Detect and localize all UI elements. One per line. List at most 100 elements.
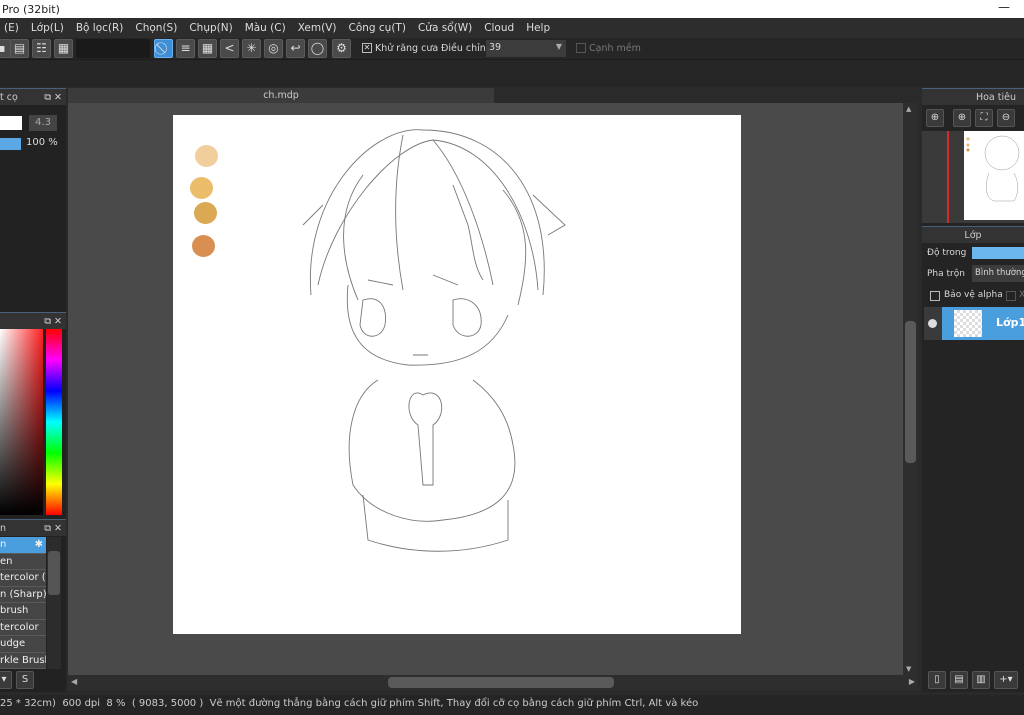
brush-opacity-slider[interactable]: [0, 138, 21, 150]
canvas-view[interactable]: [68, 103, 903, 675]
brush-panel-header: t cọ ⧉ ✕: [0, 88, 66, 105]
toolbar-band: [0, 60, 1024, 87]
new-page-icon[interactable]: ▤: [10, 39, 29, 58]
curve-snap-icon[interactable]: ↩: [286, 39, 305, 58]
page-settings-icon[interactable]: ☷: [32, 39, 51, 58]
zoom-in-icon[interactable]: ⊕: [953, 109, 971, 127]
circle-snap-icon[interactable]: ◯: [308, 39, 327, 58]
minimize-button[interactable]: —: [998, 0, 1010, 14]
tab-document[interactable]: ch.mdp: [68, 88, 494, 103]
grid-snap-icon[interactable]: ▦: [198, 39, 217, 58]
left-panels: t cọ ⧉ ✕ 4.3 100 % ⧉ ✕ n ⧉ ✕ n ✱ en tercolo…: [0, 88, 66, 692]
panel-float-close-icons[interactable]: ⧉ ✕: [44, 520, 62, 537]
menu-help[interactable]: Help: [522, 22, 558, 34]
color-swatch: [192, 235, 215, 257]
clipping-checkbox[interactable]: [1006, 291, 1016, 301]
menu-edit[interactable]: (E): [0, 22, 27, 34]
soft-edge-checkbox[interactable]: [576, 43, 586, 53]
navigator-preview[interactable]: [922, 131, 1024, 223]
menu-filter[interactable]: Bộ lọc(R): [72, 22, 132, 34]
duplicate-layer-button[interactable]: ▤: [950, 671, 968, 689]
color-panel-header: ⧉ ✕: [0, 312, 66, 329]
zoom-actual-icon[interactable]: ⊕: [926, 109, 944, 127]
brush-list-item[interactable]: brush: [0, 603, 46, 620]
add-brush-button[interactable]: ▾: [0, 671, 12, 689]
layer-row[interactable]: Lớp1: [924, 307, 1024, 340]
canvas-area: ch.mdp ▲ ▼ ◀ ▶: [68, 88, 920, 692]
parallel-snap-icon[interactable]: ≡: [176, 39, 195, 58]
color-swatch: [194, 202, 217, 224]
layer-panel-title: Lớp: [964, 230, 982, 241]
character-sketch: [302, 129, 566, 552]
layer-settings-button[interactable]: ▥: [972, 671, 990, 689]
brush-list-scrollbar[interactable]: [47, 537, 61, 669]
gear-icon[interactable]: ✱: [35, 537, 43, 553]
visibility-toggle[interactable]: [924, 307, 942, 340]
menu-snap[interactable]: Chụp(N): [185, 22, 240, 34]
layout-icon[interactable]: ▦: [54, 39, 73, 58]
status-bar: 25 * 32cm) 600 dpi 8 % ( 9083, 5000 ) Vẽ…: [0, 695, 1024, 715]
blend-mode-dropdown[interactable]: Bình thường: [972, 265, 1024, 282]
scrollbar-thumb[interactable]: [388, 677, 614, 688]
brush-list-item[interactable]: rkle Brush: [0, 652, 46, 669]
brush-list-item[interactable]: tercolor (V: [0, 570, 46, 587]
brush-list-item[interactable]: n (Sharp): [0, 586, 46, 603]
brush-list-item[interactable]: tercolor: [0, 619, 46, 636]
brush-list-item[interactable]: en: [0, 553, 46, 570]
zoom-out-icon[interactable]: ⊖: [997, 109, 1015, 127]
snap-settings-icon[interactable]: ⚙: [332, 39, 351, 58]
layer-name: Lớp1: [996, 316, 1024, 329]
navigator-header: Hoa tiêu: [922, 88, 1024, 105]
zoom-level: 8 %: [106, 698, 126, 709]
menu-window[interactable]: Cửa sổ(W): [414, 22, 480, 34]
perspective-snap-icon[interactable]: <: [220, 39, 239, 58]
adjust-value: 39: [489, 42, 502, 53]
panel-float-close-icons[interactable]: ⧉ ✕: [44, 89, 62, 106]
chevron-down-icon: ▼: [555, 42, 562, 51]
canvas-size: 25 * 32cm): [0, 698, 56, 709]
hue-slider[interactable]: [46, 329, 62, 515]
opacity-label: Độ trong: [927, 248, 967, 258]
toolbar-spacer: [76, 39, 150, 58]
alpha-protect-checkbox[interactable]: [930, 291, 940, 301]
brush-size-value[interactable]: 4.3: [29, 115, 57, 131]
add-layer-menu-button[interactable]: +▾: [994, 671, 1018, 689]
scrollbar-thumb[interactable]: [905, 321, 916, 463]
menu-cloud[interactable]: Cloud: [480, 22, 522, 34]
menu-select[interactable]: Chọn(S): [131, 22, 185, 34]
antialias-checkbox[interactable]: ✕: [362, 43, 372, 53]
radial-snap-icon[interactable]: ✳: [242, 39, 261, 58]
canvas-dpi: 600 dpi: [62, 698, 101, 709]
status-hint: Vẽ một đường thẳng bằng cách giữ phím Sh…: [209, 698, 699, 709]
layer-opacity-slider[interactable]: [972, 247, 1024, 259]
fit-screen-icon[interactable]: ⛶: [975, 109, 993, 127]
color-swatch: [195, 145, 218, 167]
scrollbar-thumb[interactable]: [48, 551, 60, 595]
vertical-scrollbar[interactable]: ▲ ▼: [903, 103, 918, 675]
adjust-dropdown[interactable]: 39 ▼: [486, 40, 566, 57]
menu-layer[interactable]: Lớp(L): [27, 22, 72, 34]
menu-color[interactable]: Màu (C): [241, 22, 294, 34]
alpha-protect-label: Bảo vệ alpha: [944, 290, 1003, 300]
brush-list-item[interactable]: n ✱: [0, 537, 46, 554]
menu-tools[interactable]: Công cụ(T): [345, 22, 414, 34]
brush-list-title: n: [0, 523, 7, 534]
title-bar: Pro (32bit): [0, 0, 1024, 18]
brush-panel-title: t cọ: [0, 92, 18, 103]
concentric-snap-icon[interactable]: ◎: [264, 39, 283, 58]
horizontal-scrollbar[interactable]: ◀ ▶: [68, 675, 918, 690]
menu-view[interactable]: Xem(V): [294, 22, 345, 34]
brush-list-item[interactable]: udge: [0, 636, 46, 653]
panel-float-close-icons[interactable]: ⧉ ✕: [44, 313, 62, 330]
color-saturation-picker[interactable]: [0, 329, 43, 515]
menu-bar: (E) Lớp(L) Bộ lọc(R) Chọn(S) Chụp(N) Màu…: [0, 18, 1024, 38]
color-swatch: [190, 177, 213, 199]
brush-size-slider[interactable]: [0, 116, 22, 130]
window-title: Pro (32bit): [2, 3, 60, 16]
new-layer-button[interactable]: ▯: [928, 671, 946, 689]
canvas-page[interactable]: [173, 115, 741, 634]
adjust-label: Điều chỉnh: [441, 43, 492, 54]
brush-settings-button[interactable]: S: [16, 671, 34, 689]
eye-icon: [928, 319, 937, 328]
snap-off-icon[interactable]: ⃠: [154, 39, 173, 58]
